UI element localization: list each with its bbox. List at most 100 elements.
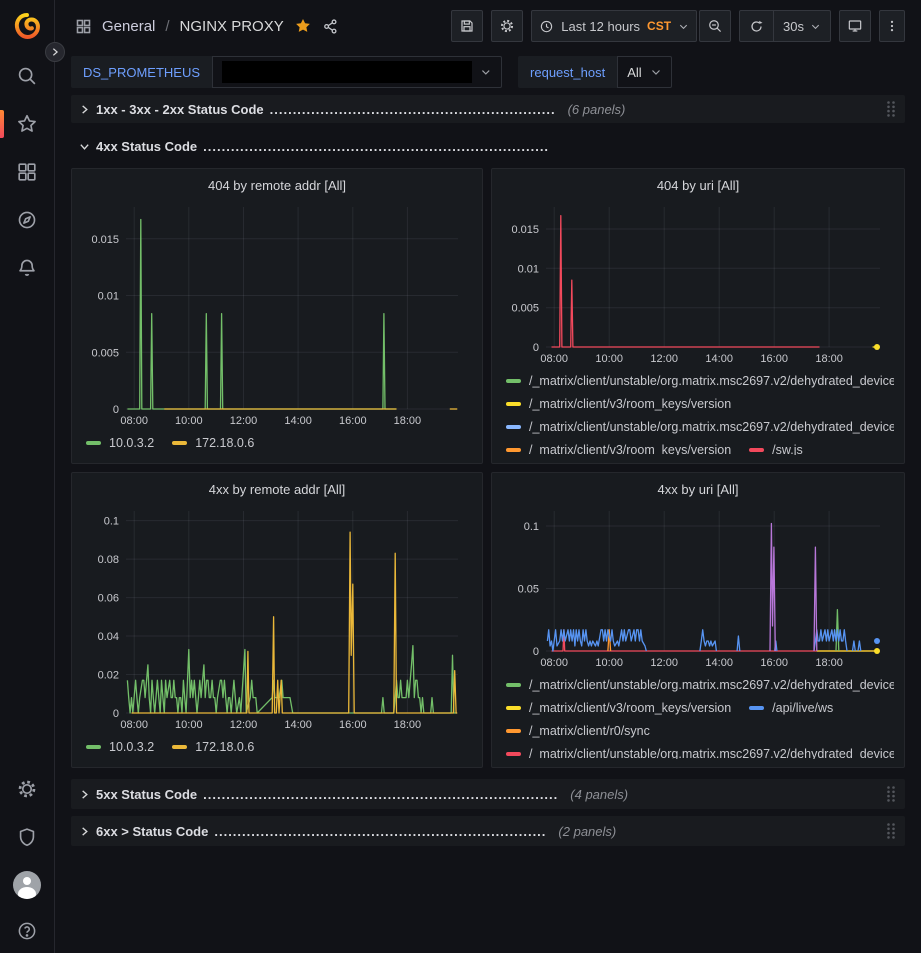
legend-item[interactable]: /_matrix/client/unstable/org.matrix.msc2… <box>506 420 894 434</box>
svg-text:10:00: 10:00 <box>175 719 203 731</box>
sidebar-item-alerting[interactable] <box>0 244 55 292</box>
legend-series-color <box>172 745 187 749</box>
chevron-right-icon <box>79 826 90 837</box>
save-dashboard-button[interactable] <box>451 10 483 42</box>
variables-row: DS_PROMETHEUS request_host All <box>55 52 921 92</box>
chevron-down-icon <box>650 66 662 78</box>
legend-item[interactable]: 172.18.0.6 <box>172 436 254 450</box>
legend-item[interactable]: 10.0.3.2 <box>86 436 154 450</box>
timeseries-chart: 08:0010:0012:0014:0016:0018:0000.0050.01… <box>502 199 894 367</box>
timeseries-chart: 08:0010:0012:0014:0016:0018:0000.050.1 <box>502 503 894 671</box>
panel-title[interactable]: 404 by remote addr [All] <box>82 173 472 199</box>
row-panel-count: (2 panels) <box>558 824 616 839</box>
legend-item[interactable]: /_matrix/client/v3/room_keys/version <box>506 397 731 411</box>
svg-text:14:00: 14:00 <box>705 353 733 365</box>
sidebar-item-profile[interactable] <box>0 861 55 909</box>
sidebar-item-help[interactable] <box>0 909 55 953</box>
row-title: 6xx > Status Code <box>96 824 208 839</box>
legend-series-color <box>506 402 521 406</box>
variable-value-select[interactable] <box>212 56 502 88</box>
svg-text:16:00: 16:00 <box>760 657 788 669</box>
sidebar-expand-button[interactable] <box>45 42 65 62</box>
variable-value-select[interactable]: All <box>617 56 671 88</box>
panel-404-by-uri: 404 by uri [All] 08:0010:0012:0014:0016:… <box>491 168 905 464</box>
clock-icon <box>539 19 554 34</box>
legend-series-color <box>86 745 101 749</box>
grafana-dashboard: General / NGINX PROXY <box>0 0 921 953</box>
svg-text:0.005: 0.005 <box>91 347 119 359</box>
variable-value: All <box>627 65 641 80</box>
time-range-picker[interactable]: Last 12 hours CST <box>531 10 697 42</box>
legend-row: /_matrix/client/v3/room_keys/version <box>502 392 894 415</box>
row-drag-handle[interactable] <box>885 822 897 840</box>
grafana-logo[interactable] <box>0 0 55 52</box>
legend-series-label: /_matrix/client/v3/room_keys/version <box>529 701 731 715</box>
breadcrumb-dashboard-title[interactable]: NGINX PROXY <box>180 18 284 35</box>
bell-icon <box>16 257 38 279</box>
kebab-menu-button[interactable] <box>879 10 905 42</box>
legend-item[interactable]: /sw.js <box>749 443 803 456</box>
breadcrumb-separator: / <box>165 18 169 35</box>
legend-series-color <box>749 706 764 710</box>
panel-title[interactable]: 404 by uri [All] <box>502 173 894 199</box>
svg-text:10:00: 10:00 <box>175 415 203 427</box>
row-6xx[interactable]: 6xx > Status Code ......................… <box>71 816 905 846</box>
row-drag-handle[interactable] <box>885 785 897 803</box>
share-icon[interactable] <box>322 18 339 35</box>
chevron-down-icon <box>480 66 492 78</box>
row-4xx[interactable]: 4xx Status Code ........................… <box>71 132 905 160</box>
legend-item[interactable]: /_matrix/client/unstable/org.matrix.msc2… <box>506 374 894 388</box>
sidebar-item-configuration[interactable] <box>0 765 55 813</box>
svg-text:0: 0 <box>113 708 119 720</box>
legend-item[interactable]: 172.18.0.6 <box>172 740 254 754</box>
legend-series-color <box>506 425 521 429</box>
panel-title[interactable]: 4xx by uri [All] <box>502 477 894 503</box>
gear-icon <box>499 18 515 34</box>
svg-text:12:00: 12:00 <box>650 657 678 669</box>
breadcrumb-section[interactable]: General <box>102 18 155 35</box>
legend-item[interactable]: /_matrix/client/v3/room_keys/version <box>506 701 731 715</box>
variable-label[interactable]: DS_PROMETHEUS <box>71 56 212 88</box>
row-5xx[interactable]: 5xx Status Code ........................… <box>71 779 905 809</box>
zoom-out-time-button[interactable] <box>699 10 731 42</box>
row-1xx-3xx-2xx[interactable]: 1xx - 3xx - 2xx Status Code ............… <box>71 95 905 123</box>
row-title: 1xx - 3xx - 2xx Status Code <box>96 102 264 117</box>
row-drag-handle[interactable] <box>885 100 897 118</box>
dashboard-settings-button[interactable] <box>491 10 523 42</box>
panel-title[interactable]: 4xx by remote addr [All] <box>82 477 472 503</box>
toolbar: Last 12 hours CST <box>451 10 905 42</box>
legend-item[interactable]: /_matrix/client/unstable/org.matrix.msc2… <box>506 678 894 692</box>
refresh-button[interactable] <box>740 11 773 41</box>
variable-ds-prometheus: DS_PROMETHEUS <box>71 56 502 88</box>
dashboards-grid-icon <box>16 161 38 183</box>
refresh-icon <box>749 19 764 34</box>
legend-item[interactable]: /_matrix/client/v3/room_keys/version <box>506 443 731 456</box>
panel-404-by-remote-addr: 404 by remote addr [All] 08:0010:0012:00… <box>71 168 483 464</box>
legend-item[interactable]: /api/live/ws <box>749 701 833 715</box>
favorite-star-icon[interactable] <box>294 17 312 35</box>
sidebar-item-server-admin[interactable] <box>0 813 55 861</box>
legend-row: 10.0.3.2 172.18.0.6 <box>82 735 472 758</box>
svg-text:16:00: 16:00 <box>760 353 788 365</box>
svg-text:0: 0 <box>533 342 539 354</box>
zoom-out-icon <box>707 18 723 34</box>
legend-item[interactable]: /_matrix/client/unstable/org.matrix.msc2… <box>506 747 894 760</box>
legend-item[interactable]: 10.0.3.2 <box>86 740 154 754</box>
refresh-interval-select[interactable]: 30s <box>773 11 830 41</box>
legend-series-label: /api/live/ws <box>772 701 833 715</box>
svg-text:0.05: 0.05 <box>518 584 539 596</box>
sidebar-item-search[interactable] <box>0 52 55 100</box>
row-dots: ........................................… <box>214 824 546 839</box>
panel-legend: /_matrix/client/unstable/org.matrix.msc2… <box>502 369 894 455</box>
time-range-label: Last 12 hours <box>561 19 640 34</box>
sidebar-item-dashboards[interactable] <box>0 148 55 196</box>
variable-label[interactable]: request_host <box>518 56 617 88</box>
panel-legend: 10.0.3.2 172.18.0.6 <box>82 431 472 455</box>
kebab-icon <box>885 18 899 34</box>
sidebar-item-explore[interactable] <box>0 196 55 244</box>
refresh-group: 30s <box>739 10 831 42</box>
legend-series-label: 10.0.3.2 <box>109 436 154 450</box>
tv-mode-button[interactable] <box>839 10 871 42</box>
sidebar-item-starred[interactable] <box>0 100 55 148</box>
legend-item[interactable]: /_matrix/client/r0/sync <box>506 724 650 738</box>
